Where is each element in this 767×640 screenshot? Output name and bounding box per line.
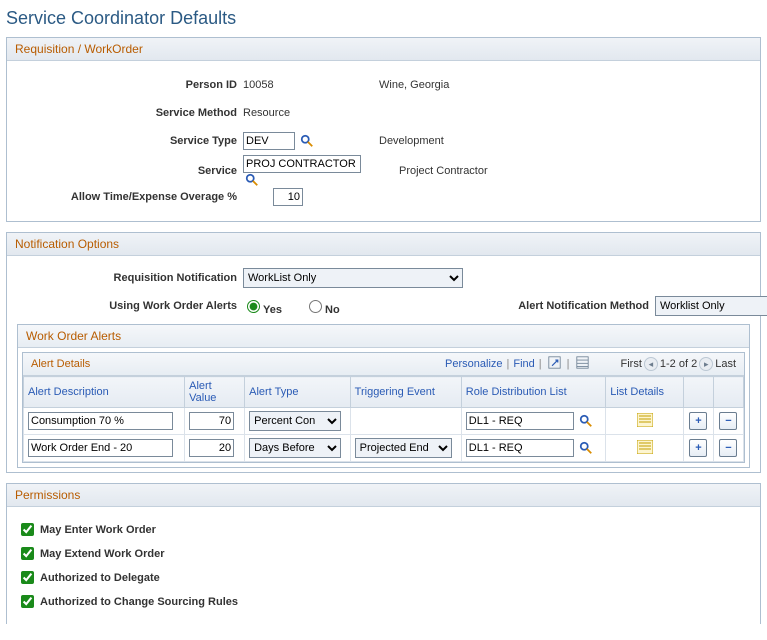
permissions-header: Permissions [7,484,760,507]
alert-details-grid: Alert Details Personalize | Find | | Fir… [22,352,745,463]
alert-value-input[interactable] [189,439,234,457]
service-method-label: Service Method [17,107,237,119]
req-notif-select[interactable]: WorkList Only [243,268,463,288]
delete-row-button[interactable]: − [719,439,737,457]
lookup-icon[interactable] [579,414,593,428]
notification-header: Notification Options [7,233,760,256]
find-link[interactable]: Find [513,358,534,370]
last-label: Last [715,358,736,370]
rdl-input[interactable] [466,439,574,457]
col-desc[interactable]: Alert Description [24,377,185,408]
rdl-input[interactable] [466,412,574,430]
using-alerts-yes[interactable] [247,300,260,313]
work-order-alerts-grid: Work Order Alerts Alert Details Personal… [17,324,750,468]
person-id-label: Person ID [17,79,237,91]
may-extend-wo-checkbox[interactable] [21,547,34,560]
list-details-icon[interactable] [637,413,653,427]
req-notif-label: Requisition Notification [17,272,237,284]
no-label: No [325,304,340,316]
auth-change-sourcing-label: Authorized to Change Sourcing Rules [40,596,238,608]
service-type-desc: Development [379,135,579,147]
alert-desc-input[interactable] [28,412,173,430]
service-method-value: Resource [243,107,373,119]
may-enter-wo-checkbox[interactable] [21,523,34,536]
using-alerts-label: Using Work Order Alerts [17,300,237,312]
requisition-header: Requisition / WorkOrder [7,38,760,61]
service-type-input[interactable] [243,132,295,150]
overage-input[interactable] [273,188,303,206]
service-desc: Project Contractor [379,165,579,177]
add-row-button[interactable]: + [689,439,707,457]
table-row: Percent Con [24,408,744,435]
alert-details-title: Alert Details [31,358,90,370]
personalize-link[interactable]: Personalize [445,358,502,370]
list-details-icon[interactable] [637,440,653,454]
alert-method-select[interactable]: Worklist Only [655,296,767,316]
alert-desc-input[interactable] [28,439,173,457]
service-type-label: Service Type [17,135,237,147]
col-type[interactable]: Alert Type [245,377,351,408]
auth-change-sourcing-checkbox[interactable] [21,595,34,608]
alert-value-input[interactable] [189,412,234,430]
page-title: Service Coordinator Defaults [6,6,761,31]
auth-delegate-label: Authorized to Delegate [40,572,160,584]
prev-icon[interactable]: ◂ [644,357,658,371]
col-rdl[interactable]: Role Distribution List [461,377,605,408]
table-row: Days Before Projected End [24,435,744,462]
lookup-icon[interactable] [245,173,259,187]
auth-delegate-checkbox[interactable] [21,571,34,584]
first-label: First [621,358,642,370]
delete-row-button[interactable]: − [719,412,737,430]
notification-group: Notification Options Requisition Notific… [6,232,761,473]
alert-type-select[interactable]: Days Before [249,438,341,458]
col-value[interactable]: Alert Value [185,377,245,408]
add-row-button[interactable]: + [689,412,707,430]
trigger-select[interactable]: Projected End [355,438,452,458]
lookup-icon[interactable] [579,441,593,455]
service-label: Service [17,165,237,177]
person-name: Wine, Georgia [379,79,579,91]
permissions-group: Permissions May Enter Work Order May Ext… [6,483,761,624]
overage-label: Allow Time/Expense Overage % [17,191,237,203]
yes-label: Yes [263,304,282,316]
using-alerts-no[interactable] [309,300,322,313]
may-enter-wo-label: May Enter Work Order [40,524,156,536]
alert-type-select[interactable]: Percent Con [249,411,341,431]
service-input[interactable] [243,155,361,173]
zoom-icon[interactable] [548,356,561,372]
requisition-group: Requisition / WorkOrder Person ID 10058 … [6,37,761,222]
range-label: 1-2 of 2 [660,358,697,370]
person-id-value: 10058 [243,79,373,91]
col-trigger[interactable]: Triggering Event [350,377,461,408]
trigger-cell [350,408,461,435]
view-all-icon[interactable] [576,356,589,372]
alert-method-label: Alert Notification Method [479,300,649,312]
alert-details-table: Alert Description Alert Value Alert Type… [23,376,744,462]
next-icon[interactable]: ▸ [699,357,713,371]
may-extend-wo-label: May Extend Work Order [40,548,165,560]
lookup-icon[interactable] [300,134,314,148]
work-order-alerts-title: Work Order Alerts [18,325,749,348]
col-list[interactable]: List Details [606,377,684,408]
